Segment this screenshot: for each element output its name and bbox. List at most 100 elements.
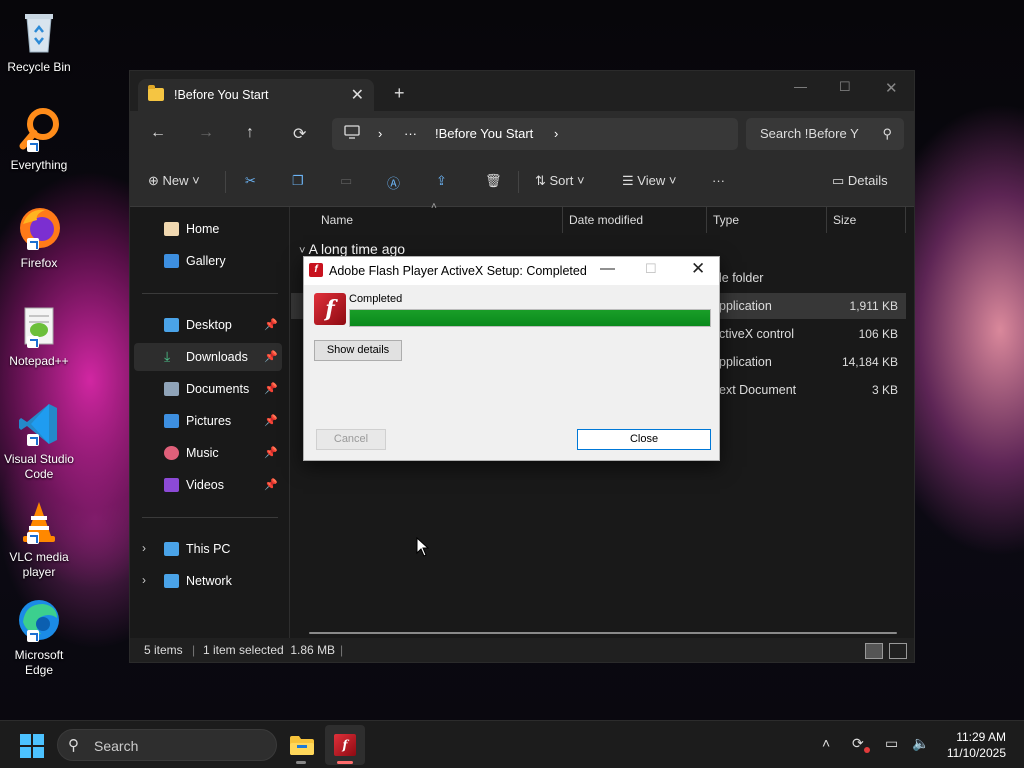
column-divider[interactable] <box>706 207 707 233</box>
cancel-button[interactable]: Cancel <box>316 429 386 450</box>
sidebar-item-this-pc[interactable]: › This PC <box>134 535 282 563</box>
search-box[interactable]: Search !Before Y ⚲ <box>746 118 904 150</box>
copy-icon[interactable]: ❐ <box>292 173 304 189</box>
dialog-minimize-button[interactable]: — <box>600 260 615 277</box>
desktop-icon-label: Everything <box>10 158 68 172</box>
column-header-type[interactable]: Type <box>713 213 739 227</box>
divider <box>225 171 226 193</box>
sidebar-item-home[interactable]: Home <box>134 215 282 243</box>
pin-icon[interactable]: 📌 <box>264 318 278 331</box>
sync-status-icon[interactable]: ⟳ <box>852 735 864 752</box>
taskbar-search[interactable]: ⚲ Search <box>57 729 277 761</box>
navigation-pane: Home Gallery Desktop 📌 ⤓ Downloads 📌 Doc… <box>130 207 290 638</box>
column-divider[interactable] <box>826 207 827 233</box>
group-header[interactable]: ˅ A long time ago <box>299 241 405 257</box>
pin-icon[interactable]: 📌 <box>264 478 278 491</box>
address-bar[interactable]: › ··· !Before You Start › <box>332 118 738 150</box>
network-icon[interactable]: ▭ <box>885 735 898 752</box>
close-window-button[interactable]: ✕ <box>885 79 898 97</box>
new-tab-button[interactable]: + <box>394 83 405 104</box>
column-header-size[interactable]: Size <box>833 213 856 227</box>
up-arrow-icon[interactable]: ↑ <box>246 124 254 142</box>
system-clock[interactable]: 11:29 AM 11/10/2025 <box>947 729 1006 761</box>
desktop-icon-firefox[interactable]: Firefox <box>0 204 78 271</box>
taskbar-file-explorer[interactable] <box>281 725 321 765</box>
breadcrumb-ellipsis[interactable]: ··· <box>404 126 417 141</box>
chevron-right-icon[interactable]: › <box>554 126 558 141</box>
cut-icon[interactable]: ✂ <box>245 173 256 189</box>
sidebar-item-downloads[interactable]: ⤓ Downloads 📌 <box>134 343 282 371</box>
forward-arrow-icon[interactable]: → <box>198 124 214 142</box>
tab-before-you-start[interactable]: !Before You Start ✕ <box>138 79 374 111</box>
back-arrow-icon[interactable]: ← <box>150 124 166 142</box>
chevron-right-icon[interactable]: › <box>378 126 382 141</box>
clock-date: 11/10/2025 <box>946 746 1006 760</box>
chevron-right-icon[interactable]: › <box>142 541 146 555</box>
horizontal-scrollbar[interactable] <box>309 632 897 634</box>
folder-icon <box>148 85 164 101</box>
sort-button[interactable]: ⇅ Sort ˅ <box>535 173 585 189</box>
desktop-icon-recycle-bin[interactable]: Recycle Bin <box>0 8 78 75</box>
pin-icon[interactable]: 📌 <box>264 414 278 427</box>
column-header-name[interactable]: Name <box>321 213 353 227</box>
volume-icon[interactable]: 🔈 <box>912 735 929 752</box>
show-details-button[interactable]: Show details <box>314 340 402 361</box>
sidebar-item-videos[interactable]: Videos 📌 <box>134 471 282 499</box>
notepadpp-icon <box>15 302 63 350</box>
share-icon[interactable]: ⇪ <box>436 173 447 189</box>
minimize-button[interactable]: — <box>794 79 807 94</box>
refresh-icon[interactable]: ⟳ <box>293 124 306 144</box>
progress-fill <box>350 310 710 326</box>
breadcrumb-current[interactable]: !Before You Start <box>435 126 533 141</box>
pin-icon[interactable]: 📌 <box>264 350 278 363</box>
new-button[interactable]: ⊕ New ˅ <box>148 173 200 189</box>
pin-icon[interactable]: 📌 <box>264 446 278 459</box>
maximize-button[interactable]: ☐ <box>839 79 851 95</box>
details-view-icon[interactable] <box>865 643 883 659</box>
sidebar-item-network[interactable]: › Network <box>134 567 282 595</box>
column-divider[interactable] <box>562 207 563 233</box>
column-divider[interactable] <box>905 207 906 233</box>
desktop-icon-everything[interactable]: Everything <box>0 106 78 173</box>
desktop-icon-notepadpp[interactable]: Notepad++ <box>0 302 78 369</box>
desktop-icon-vscode[interactable]: Visual Studio Code <box>0 400 78 482</box>
shortcut-arrow-icon <box>27 336 39 348</box>
pin-icon[interactable]: 📌 <box>264 382 278 395</box>
large-icons-view-icon[interactable] <box>889 643 907 659</box>
sidebar-item-desktop[interactable]: Desktop 📌 <box>134 311 282 339</box>
show-hidden-icons-chevron-icon[interactable]: ˄ <box>822 735 830 751</box>
start-button[interactable] <box>20 734 44 758</box>
dialog-close-icon[interactable]: ✕ <box>691 259 705 279</box>
paste-icon[interactable]: ▭ <box>340 173 352 189</box>
column-header-date-modified[interactable]: Date modified <box>569 213 643 227</box>
folder-icon <box>290 736 314 755</box>
desktop-icon-vlc[interactable]: VLC media player <box>0 498 78 580</box>
view-label: View <box>637 173 666 188</box>
tab-close-icon[interactable]: ✕ <box>351 85 364 105</box>
divider <box>142 517 278 518</box>
chevron-right-icon[interactable]: › <box>142 573 146 587</box>
more-options-button[interactable]: ··· <box>712 173 725 188</box>
delete-icon[interactable]: 🗑 <box>485 173 502 189</box>
sidebar-item-documents[interactable]: Documents 📌 <box>134 375 282 403</box>
dialog-title-bar: f Adobe Flash Player ActiveX Setup: Comp… <box>304 257 719 285</box>
status-bar: 5 items | 1 item selected 1.86 MB | <box>130 638 914 662</box>
desktop-icon-label: Visual Studio Code <box>4 452 74 481</box>
install-progress-bar <box>349 309 711 327</box>
desktop-icon-edge[interactable]: Microsoft Edge <box>0 596 78 678</box>
mouse-pointer-icon <box>416 536 430 560</box>
taskbar-flash-setup[interactable]: f <box>325 725 365 765</box>
search-icon: ⚲ <box>68 737 79 754</box>
file-size: 1,911 KB <box>849 299 898 313</box>
file-size: 3 KB <box>871 383 898 397</box>
details-button[interactable]: ▭ Details <box>832 173 888 189</box>
close-button[interactable]: Close <box>577 429 711 450</box>
divider <box>142 293 278 294</box>
everything-icon <box>15 106 63 154</box>
rename-icon[interactable]: Ⓐ <box>387 173 400 192</box>
sidebar-item-gallery[interactable]: Gallery <box>134 247 282 275</box>
sidebar-item-music[interactable]: Music 📌 <box>134 439 282 467</box>
dialog-maximize-button[interactable]: ☐ <box>645 261 657 277</box>
view-button[interactable]: ☰ View ˅ <box>622 173 676 189</box>
sidebar-item-pictures[interactable]: Pictures 📌 <box>134 407 282 435</box>
